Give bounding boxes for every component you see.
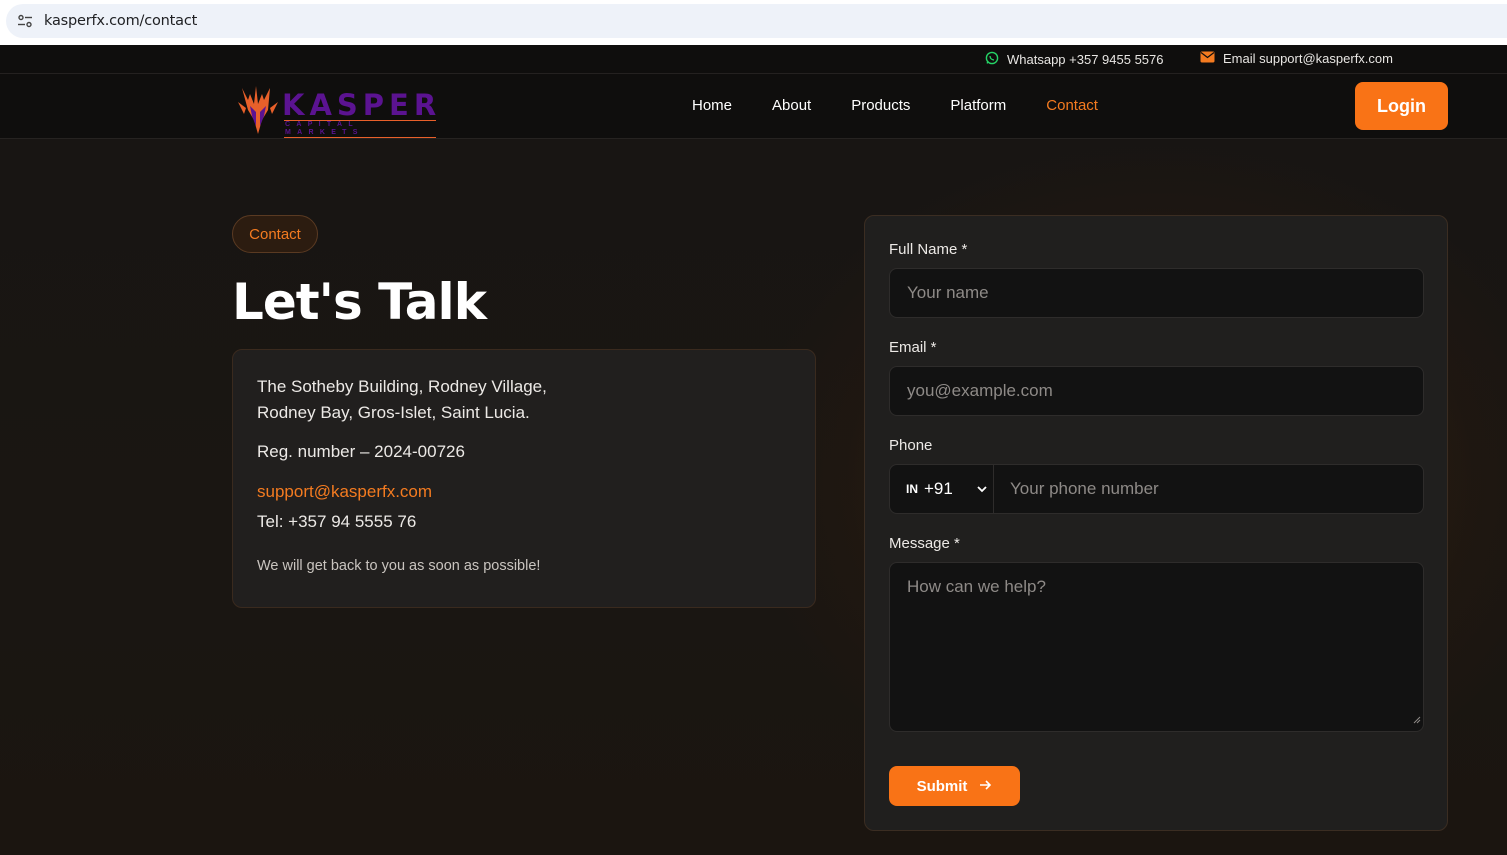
phone-input[interactable]: Your phone number: [994, 465, 1423, 513]
country-code: IN: [906, 482, 918, 496]
message-label: Message *: [889, 535, 960, 552]
email-contact[interactable]: Email support@kasperfx.com: [1200, 51, 1393, 66]
phone-field: IN +91 Your phone number: [889, 464, 1424, 514]
full-name-placeholder: Your name: [907, 283, 989, 302]
phone-placeholder: Your phone number: [1010, 479, 1159, 498]
logo-emblem-icon: [238, 86, 278, 134]
dial-code: +91: [924, 479, 953, 498]
registration-number: Reg. number – 2024-00726: [257, 442, 465, 461]
telephone: Tel: +357 94 5555 76: [257, 512, 417, 531]
top-info-strip: Whatsapp +357 9455 5576 Email support@ka…: [0, 45, 1507, 74]
full-name-label: Full Name *: [889, 241, 968, 258]
submit-button[interactable]: Submit: [889, 766, 1020, 806]
email-label: Email *: [889, 339, 937, 356]
logo-subtitle: CAPITAL MARKETS: [284, 120, 436, 138]
logo-wordmark: KASPER: [282, 88, 442, 122]
nav-platform[interactable]: Platform: [950, 97, 1006, 114]
kasper-logo[interactable]: KASPER CAPITAL MARKETS: [236, 78, 436, 138]
arrow-right-icon: [979, 778, 992, 795]
browser-toolbar: kasperfx.com/contact: [0, 0, 1507, 45]
nav-contact[interactable]: Contact: [1046, 97, 1098, 114]
main-navbar: KASPER CAPITAL MARKETS Home About Produc…: [0, 74, 1507, 139]
email-text: Email support@kasperfx.com: [1223, 51, 1393, 66]
section-pill: Contact: [232, 215, 318, 253]
login-button[interactable]: Login: [1355, 82, 1448, 130]
whatsapp-text: Whatsapp +357 9455 5576: [1007, 52, 1164, 67]
nav-links: Home About Products Platform Contact: [692, 97, 1098, 114]
chevron-down-icon: [977, 485, 987, 493]
address-bar[interactable]: kasperfx.com/contact: [6, 4, 1507, 38]
contact-section: Contact Let's Talk The Sotheby Building,…: [0, 139, 1507, 855]
nav-about[interactable]: About: [772, 97, 811, 114]
whatsapp-contact[interactable]: Whatsapp +357 9455 5576: [985, 51, 1164, 68]
email-input[interactable]: you@example.com: [889, 366, 1424, 416]
phone-label: Phone: [889, 437, 933, 454]
envelope-icon: [1200, 51, 1215, 66]
support-email-link[interactable]: support@kasperfx.com: [257, 482, 791, 502]
tune-icon[interactable]: [16, 12, 34, 30]
nav-home[interactable]: Home: [692, 97, 732, 114]
whatsapp-icon: [985, 51, 999, 68]
contact-info-card: The Sotheby Building, Rodney Village, Ro…: [232, 349, 816, 608]
resize-grip-icon[interactable]: [1413, 709, 1421, 729]
message-placeholder: How can we help?: [907, 577, 1046, 596]
full-name-input[interactable]: Your name: [889, 268, 1424, 318]
nav-products[interactable]: Products: [851, 97, 910, 114]
address-line-1: The Sotheby Building, Rodney Village,: [257, 377, 547, 396]
submit-label: Submit: [916, 777, 968, 795]
message-textarea[interactable]: How can we help?: [889, 562, 1424, 732]
address-line-2: Rodney Bay, Gros-Islet, Saint Lucia.: [257, 403, 530, 422]
page-title: Let's Talk: [232, 273, 487, 331]
email-placeholder: you@example.com: [907, 381, 1053, 400]
url-text[interactable]: kasperfx.com/contact: [44, 13, 197, 29]
contact-form: Full Name * Your name Email * you@exampl…: [864, 215, 1448, 831]
response-note: We will get back to you as soon as possi…: [257, 558, 541, 574]
country-code-select[interactable]: IN +91: [890, 465, 994, 513]
